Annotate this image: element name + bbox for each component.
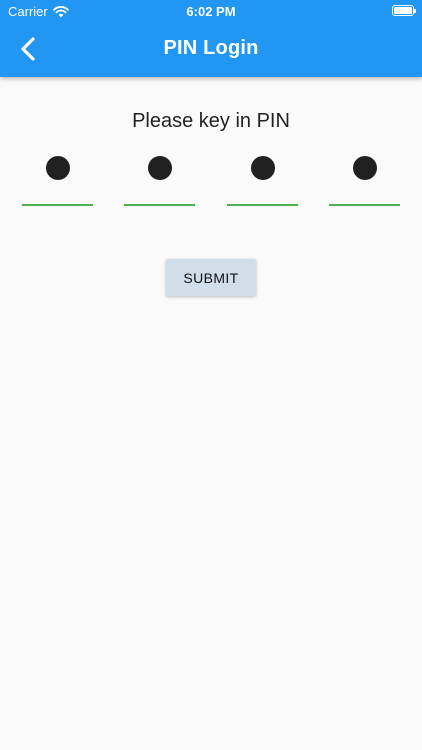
pin-input-row [0,150,422,210]
battery-icon [392,5,416,16]
pin-prompt: Please key in PIN [132,110,290,132]
page-title: PIN Login [163,37,259,59]
pin-dot-3 [250,156,275,180]
pin-dot-1 [45,156,70,180]
pin-digit-field-1[interactable] [22,150,93,206]
pin-digit-field-3[interactable] [227,150,298,206]
app-bar: Carrier 6:02 PM PIN Login [0,0,422,77]
pin-dot-4 [352,156,377,180]
status-time: 6:02 PM [186,4,236,19]
pin-digit-field-2[interactable] [124,150,195,206]
submit-button[interactable]: SUBMIT [166,259,256,296]
pin-digit-field-4[interactable] [329,150,400,206]
status-bar: Carrier 6:02 PM [0,0,422,22]
pin-dot-2 [147,156,172,180]
